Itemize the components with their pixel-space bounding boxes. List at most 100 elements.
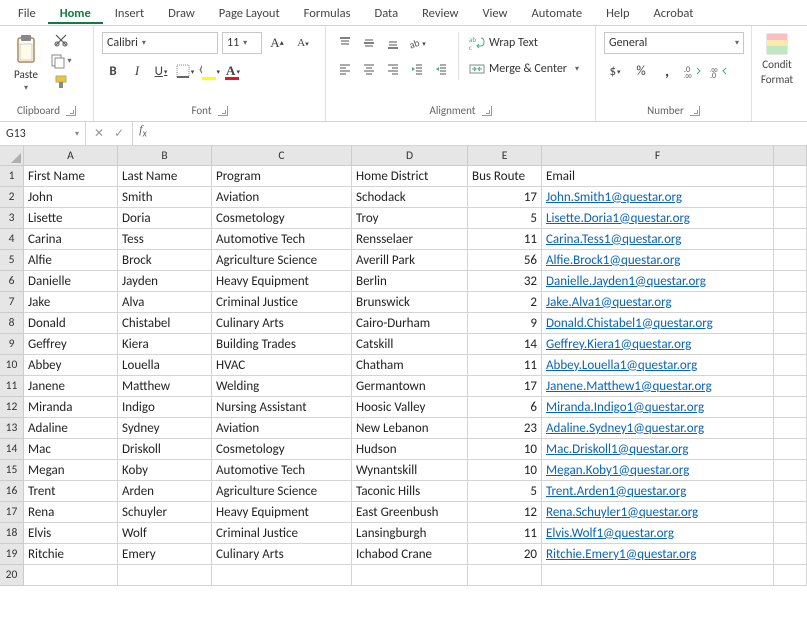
cell[interactable]: Alfie.Brock1@questar.org: [542, 250, 774, 271]
cell[interactable]: Smith: [118, 187, 212, 208]
cell[interactable]: [542, 565, 774, 586]
cell[interactable]: [774, 523, 807, 544]
cell[interactable]: Automotive Tech: [212, 460, 352, 481]
col-header-F[interactable]: F: [542, 146, 774, 166]
cell[interactable]: [774, 565, 807, 586]
cell[interactable]: Cosmetology: [212, 439, 352, 460]
cell[interactable]: Mac: [24, 439, 118, 460]
row-header-2[interactable]: 2: [0, 187, 24, 208]
row-header-11[interactable]: 11: [0, 376, 24, 397]
cell[interactable]: Berlin: [352, 271, 468, 292]
cell[interactable]: Hoosic Valley: [352, 397, 468, 418]
col-header-C[interactable]: C: [212, 146, 352, 166]
row-header-15[interactable]: 15: [0, 460, 24, 481]
cell[interactable]: Alva: [118, 292, 212, 313]
cell[interactable]: Sydney: [118, 418, 212, 439]
align-middle-button[interactable]: [358, 32, 380, 54]
row-header-17[interactable]: 17: [0, 502, 24, 523]
cancel-formula-button[interactable]: ✕: [94, 126, 104, 141]
col-header-B[interactable]: B: [118, 146, 212, 166]
align-right-button[interactable]: [382, 58, 404, 80]
cell[interactable]: 10: [468, 460, 542, 481]
cell[interactable]: Heavy Equipment: [212, 271, 352, 292]
cell[interactable]: Heavy Equipment: [212, 502, 352, 523]
cell[interactable]: Averill Park: [352, 250, 468, 271]
cell[interactable]: Geffrey.Kiera1@questar.org: [542, 334, 774, 355]
align-center-button[interactable]: [358, 58, 380, 80]
cell[interactable]: Carina: [24, 229, 118, 250]
fx-icon[interactable]: fx: [133, 122, 153, 145]
cell[interactable]: Doria: [118, 208, 212, 229]
cell[interactable]: [774, 376, 807, 397]
cell[interactable]: 6: [468, 397, 542, 418]
cell[interactable]: Jake.Alva1@questar.org: [542, 292, 774, 313]
cell[interactable]: New Lebanon: [352, 418, 468, 439]
cell[interactable]: Janene: [24, 376, 118, 397]
menu-tab-data[interactable]: Data: [363, 2, 411, 24]
menu-tab-draw[interactable]: Draw: [156, 2, 207, 24]
cell[interactable]: Tess: [118, 229, 212, 250]
cell[interactable]: Trent: [24, 481, 118, 502]
cell[interactable]: 17: [468, 187, 542, 208]
menu-tab-page-layout[interactable]: Page Layout: [207, 2, 292, 24]
cell[interactable]: Jake: [24, 292, 118, 313]
cell[interactable]: [352, 565, 468, 586]
cell[interactable]: Arden: [118, 481, 212, 502]
font-color-button[interactable]: A▾: [222, 60, 244, 82]
cell[interactable]: Automotive Tech: [212, 229, 352, 250]
wrap-text-button[interactable]: abc Wrap Text: [465, 32, 583, 54]
menu-tab-file[interactable]: File: [6, 2, 48, 24]
decrease-font-button[interactable]: A▾: [292, 32, 314, 54]
cell[interactable]: Adaline: [24, 418, 118, 439]
dialog-launcher-icon[interactable]: [66, 106, 76, 116]
cell[interactable]: Agriculture Science: [212, 250, 352, 271]
cell[interactable]: [774, 271, 807, 292]
cell[interactable]: [774, 502, 807, 523]
email-link[interactable]: Rena.Schuyler1@questar.org: [546, 505, 698, 520]
cell[interactable]: 17: [468, 376, 542, 397]
align-top-button[interactable]: [334, 32, 356, 54]
row-header-18[interactable]: 18: [0, 523, 24, 544]
cell[interactable]: Email: [542, 166, 774, 187]
cell[interactable]: Criminal Justice: [212, 292, 352, 313]
cell[interactable]: John.Smith1@questar.org: [542, 187, 774, 208]
email-link[interactable]: Janene.Matthew1@questar.org: [546, 379, 712, 394]
row-header-9[interactable]: 9: [0, 334, 24, 355]
comma-button[interactable]: ,: [656, 60, 678, 82]
align-bottom-button[interactable]: [382, 32, 404, 54]
email-link[interactable]: John.Smith1@questar.org: [546, 190, 682, 205]
orientation-button[interactable]: ab▾: [406, 32, 428, 54]
cell[interactable]: [774, 481, 807, 502]
email-link[interactable]: Elvis.Wolf1@questar.org: [546, 526, 674, 541]
email-link[interactable]: Alfie.Brock1@questar.org: [546, 253, 680, 268]
cell[interactable]: Culinary Arts: [212, 313, 352, 334]
percent-button[interactable]: %: [630, 60, 652, 82]
cell[interactable]: Miranda: [24, 397, 118, 418]
cell[interactable]: Miranda.Indigo1@questar.org: [542, 397, 774, 418]
cell[interactable]: 9: [468, 313, 542, 334]
cell[interactable]: Agriculture Science: [212, 481, 352, 502]
cell[interactable]: Louella: [118, 355, 212, 376]
cell[interactable]: John: [24, 187, 118, 208]
cell[interactable]: Chistabel: [118, 313, 212, 334]
cell[interactable]: Welding: [212, 376, 352, 397]
cell[interactable]: [774, 544, 807, 565]
cell[interactable]: Trent.Arden1@questar.org: [542, 481, 774, 502]
cell[interactable]: Aviation: [212, 418, 352, 439]
select-all-corner[interactable]: [0, 146, 24, 166]
cell[interactable]: 5: [468, 481, 542, 502]
cell[interactable]: [774, 313, 807, 334]
row-header-10[interactable]: 10: [0, 355, 24, 376]
row-header-5[interactable]: 5: [0, 250, 24, 271]
cell[interactable]: Lisette: [24, 208, 118, 229]
email-link[interactable]: Abbey.Louella1@questar.org: [546, 358, 697, 373]
increase-indent-button[interactable]: [430, 58, 452, 80]
cell[interactable]: Danielle.Jayden1@questar.org: [542, 271, 774, 292]
cell[interactable]: Carina.Tess1@questar.org: [542, 229, 774, 250]
increase-font-button[interactable]: A▴: [266, 32, 288, 54]
cell[interactable]: [774, 229, 807, 250]
cell[interactable]: Lansingburgh: [352, 523, 468, 544]
cell[interactable]: Schodack: [352, 187, 468, 208]
name-box[interactable]: G13▾: [0, 122, 86, 145]
email-link[interactable]: Danielle.Jayden1@questar.org: [546, 274, 706, 289]
